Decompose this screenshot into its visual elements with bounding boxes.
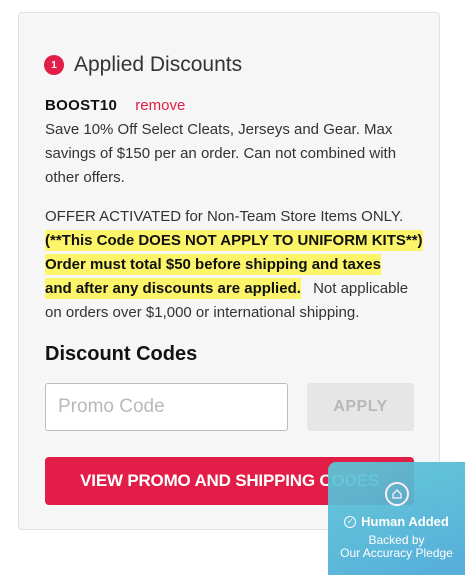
offer-highlight-line-1: (**This Code DOES NOT APPLY TO UNIFORM K… bbox=[45, 230, 423, 251]
code-description: Save 10% Off Select Cleats, Jerseys and … bbox=[45, 121, 397, 186]
applied-discounts-title: Applied Discounts bbox=[74, 53, 243, 76]
offer-highlight-line-3: and after any discounts are applied. bbox=[45, 278, 301, 299]
applied-count-badge: 1 bbox=[44, 55, 64, 75]
promo-code-input[interactable] bbox=[45, 383, 288, 431]
offer-highlight-line-2: Order must total $50 before shipping and… bbox=[45, 254, 381, 275]
accuracy-pledge-badge[interactable]: ✓ Human Added Backed by Our Accuracy Ple… bbox=[328, 462, 465, 575]
offer-details: OFFER ACTIVATED for Non-Team Store Items… bbox=[45, 205, 425, 325]
apply-button[interactable]: APPLY bbox=[307, 383, 414, 431]
pledge-subtitle: Backed by Our Accuracy Pledge bbox=[328, 534, 465, 560]
applied-code-row: BOOST10 remove bbox=[45, 97, 185, 114]
pledge-line-1: Backed by bbox=[368, 533, 425, 547]
discount-codes-heading: Discount Codes bbox=[45, 343, 198, 365]
pledge-title-row: ✓ Human Added bbox=[328, 514, 465, 529]
remove-code-link[interactable]: remove bbox=[135, 97, 185, 114]
offer-plain-text: OFFER ACTIVATED for Non-Team Store Items… bbox=[45, 208, 404, 225]
pledge-title: Human Added bbox=[361, 514, 449, 529]
pledge-logo-icon bbox=[385, 482, 409, 506]
applied-discounts-header: 1 Applied Discounts bbox=[44, 53, 242, 77]
check-circle-icon: ✓ bbox=[344, 515, 357, 528]
pledge-line-2: Our Accuracy Pledge bbox=[340, 546, 453, 560]
applied-code-name: BOOST10 bbox=[45, 97, 118, 114]
